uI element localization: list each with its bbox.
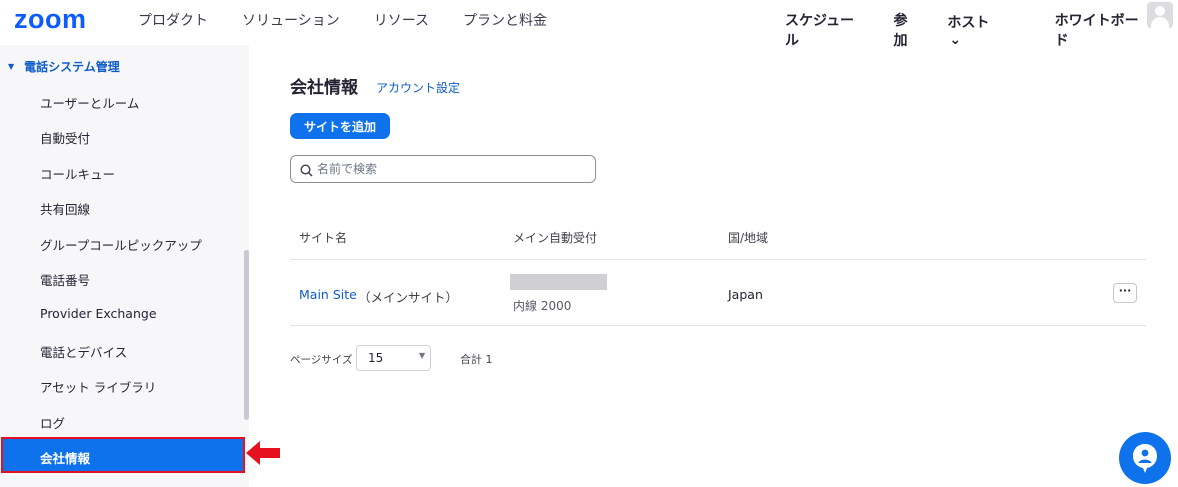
sidebar-item-logs[interactable]: ログ (40, 413, 65, 432)
column-header-country: 国/地域 (728, 231, 769, 245)
total-count: 合計 1 (460, 353, 493, 366)
redacted-name (510, 274, 607, 290)
page-title: 会社情報 (290, 78, 358, 98)
sidebar-section-phone-system[interactable]: ▼ 電話システム管理 (8, 58, 120, 75)
nav-host-label: ホスト (947, 15, 990, 31)
zoom-logo[interactable]: zoom (14, 4, 87, 35)
search-box (290, 155, 596, 183)
avatar-body (1151, 17, 1169, 28)
chat-support-button[interactable] (1119, 432, 1171, 484)
chat-icon (1133, 444, 1157, 473)
column-header-site-name: サイト名 (299, 231, 348, 245)
account-nav: スケジュール 参加 ホスト⌄ ホワイトボード (785, 10, 1178, 50)
main-nav: プロダクト ソリューション リソース プランと料金 (138, 10, 581, 30)
sidebar-item-asset-library[interactable]: アセット ライブラリ (40, 377, 156, 396)
sidebar-item-shared-lines[interactable]: 共有回線 (40, 199, 90, 218)
chevron-down-icon: ⌄ (949, 32, 962, 48)
nav-resources[interactable]: リソース (374, 10, 429, 30)
sidebar-item-phone-numbers[interactable]: 電話番号 (40, 270, 90, 289)
search-input[interactable] (317, 160, 587, 178)
sidebar-item-call-queue[interactable]: コールキュー (40, 164, 115, 183)
sidebar-section-label: 電話システム管理 (24, 60, 120, 74)
sidebar-item-group-call-pickup[interactable]: グループコールピックアップ (40, 235, 202, 254)
top-navbar: zoom プロダクト ソリューション リソース プランと料金 スケジュール 参加… (0, 0, 1178, 49)
country-value: Japan (728, 287, 763, 302)
red-arrow-indicator (246, 441, 280, 465)
site-name-link[interactable]: Main Site (299, 287, 357, 302)
sidebar-item-label: 会社情報 (40, 451, 91, 466)
nav-pricing[interactable]: プランと料金 (463, 10, 547, 30)
nav-schedule[interactable]: スケジュール (785, 10, 868, 50)
sidebar-item-auto-receptionist[interactable]: 自動受付 (40, 128, 90, 147)
chevron-down-icon: ▼ (419, 351, 426, 360)
chevron-down-icon: ▼ (8, 62, 15, 71)
sidebar-item-provider-exchange[interactable]: Provider Exchange (40, 306, 157, 321)
nav-whiteboard[interactable]: ホワイトボード (1055, 10, 1152, 50)
page-size-label: ページサイズ (290, 354, 353, 366)
main-site-tag: （メインサイト） (358, 290, 459, 305)
avatar-head (1155, 6, 1165, 16)
add-site-button[interactable]: サイトを追加 (290, 113, 390, 139)
more-options-button[interactable]: ··· (1113, 283, 1137, 303)
table-divider (290, 259, 1146, 260)
nav-solutions[interactable]: ソリューション (242, 10, 340, 30)
page-size-value: 15 (368, 351, 384, 365)
sidebar: ▼ 電話システム管理 ユーザーとルーム 自動受付 コールキュー 共有回線 グルー… (0, 45, 249, 487)
sidebar-scrollbar[interactable] (244, 250, 249, 420)
sidebar-item-company-info[interactable]: 会社情報 (1, 437, 245, 473)
nav-host[interactable]: ホスト⌄ (947, 12, 1028, 48)
account-settings-link[interactable]: アカウント設定 (376, 79, 460, 96)
nav-join[interactable]: 参加 (894, 10, 922, 50)
page-size-select[interactable]: 15 ▼ (356, 345, 431, 371)
search-icon (300, 164, 313, 177)
table-divider (290, 325, 1146, 326)
avatar[interactable] (1147, 2, 1173, 28)
nav-products[interactable]: プロダクト (138, 10, 208, 30)
sidebar-item-users-rooms[interactable]: ユーザーとルーム (40, 93, 139, 112)
column-header-main-auto-receptionist: メイン自動受付 (513, 231, 598, 245)
sidebar-item-phones-devices[interactable]: 電話とデバイス (40, 342, 127, 361)
extension-number: 内線 2000 (513, 299, 572, 313)
